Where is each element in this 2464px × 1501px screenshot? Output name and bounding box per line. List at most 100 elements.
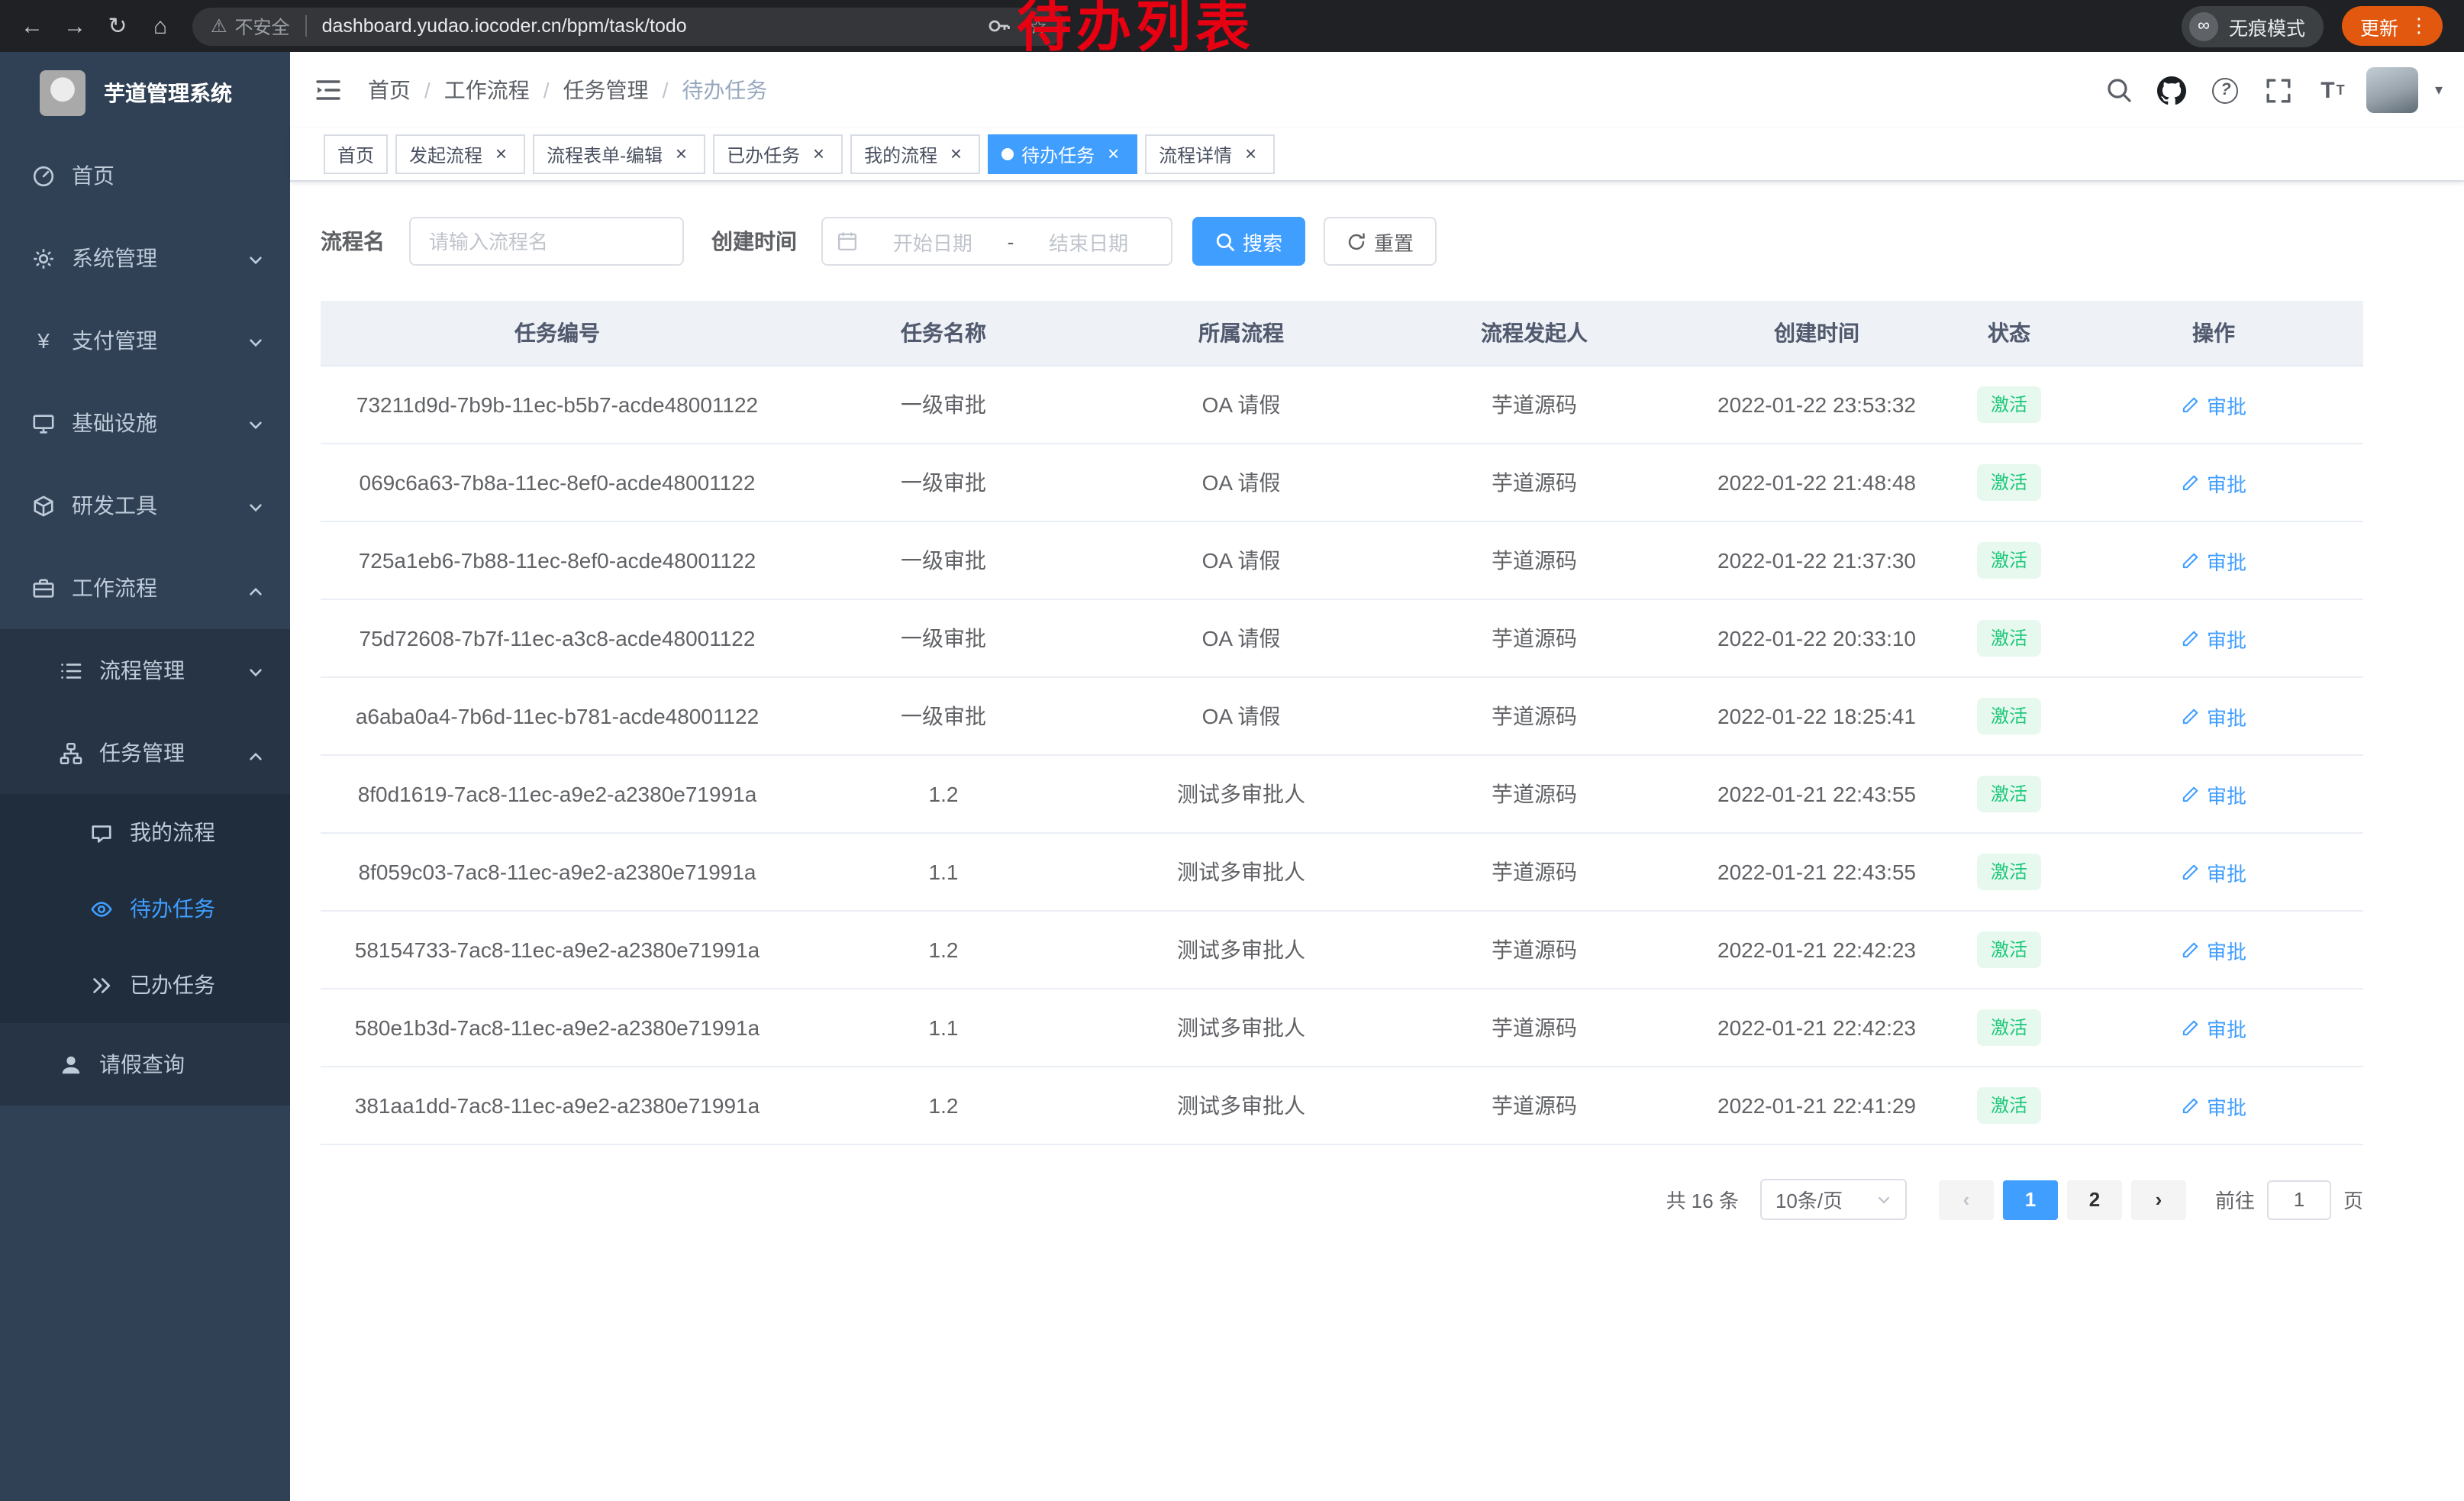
sidebar-item-workflow[interactable]: 工作流程: [0, 547, 290, 629]
tab-close-icon[interactable]: ×: [945, 144, 966, 165]
cell-status: 激活: [1954, 521, 2064, 599]
approve-link[interactable]: 审批: [2181, 702, 2246, 731]
sidebar-item-leave-query[interactable]: 请假查询: [0, 1023, 290, 1106]
bookmark-star-icon[interactable]: ☆: [1028, 13, 1047, 39]
approve-link[interactable]: 审批: [2181, 546, 2246, 575]
browser-forward-button[interactable]: →: [55, 6, 95, 46]
cell-task-name: 1.1: [794, 989, 1093, 1067]
app-logo-image: [40, 70, 85, 116]
breadcrumb-workflow[interactable]: 工作流程: [444, 75, 530, 105]
approve-link[interactable]: 审批: [2181, 857, 2246, 886]
cell-task-name: 一级审批: [794, 521, 1093, 599]
cell-starter: 芋道源码: [1389, 677, 1679, 755]
table-row: a6aba0a4-7b6d-11ec-b781-acde48001122 一级审…: [321, 677, 2363, 755]
tab-process-detail[interactable]: 流程详情 ×: [1145, 134, 1275, 174]
password-key-icon[interactable]: [987, 14, 1011, 38]
tab-home[interactable]: 首页: [324, 134, 388, 174]
sidebar-item-home[interactable]: 首页: [0, 134, 290, 217]
cell-created: 2022-01-21 22:43:55: [1679, 833, 1954, 911]
edit-pen-icon: [2181, 550, 2201, 570]
cell-actions: 审批: [2064, 989, 2363, 1067]
tab-close-icon[interactable]: ×: [1240, 144, 1261, 165]
sidebar-item-label: 支付管理: [72, 325, 157, 356]
tab-done-tasks[interactable]: 已办任务 ×: [713, 134, 843, 174]
goto-page-input[interactable]: [2267, 1180, 2331, 1219]
sidebar-item-label: 首页: [72, 160, 114, 191]
browser-home-button[interactable]: ⌂: [140, 6, 180, 46]
page-button-1[interactable]: 1: [2003, 1180, 2058, 1219]
tab-label: 发起流程: [409, 141, 482, 167]
process-name-input[interactable]: [409, 217, 684, 266]
omnibox-divider: [305, 15, 307, 37]
approve-link[interactable]: 审批: [2181, 1013, 2246, 1042]
app-logo[interactable]: 芋道管理系统: [0, 52, 290, 134]
end-date-placeholder: 结束日期: [1020, 227, 1157, 256]
tab-label: 已办任务: [727, 141, 800, 167]
page-button-2[interactable]: 2: [2067, 1180, 2122, 1219]
sidebar-item-todo-tasks[interactable]: 待办任务: [0, 870, 290, 947]
table-header-row: 任务编号 任务名称 所属流程 流程发起人 创建时间 状态 操作: [321, 301, 2363, 366]
breadcrumb-home[interactable]: 首页: [368, 75, 411, 105]
sidebar-toggle-icon[interactable]: [313, 75, 343, 105]
fullscreen-icon[interactable]: [2259, 69, 2299, 111]
tab-start-process[interactable]: 发起流程 ×: [395, 134, 525, 174]
sidebar-item-process-management[interactable]: 流程管理: [0, 629, 290, 712]
tab-my-processes[interactable]: 我的流程 ×: [850, 134, 980, 174]
font-size-icon[interactable]: TT: [2313, 69, 2353, 111]
help-icon[interactable]: ?: [2206, 69, 2246, 111]
approve-link-label: 审批: [2207, 935, 2246, 964]
refresh-icon: [1346, 231, 1366, 251]
approve-link[interactable]: 审批: [2181, 624, 2246, 653]
cell-starter: 芋道源码: [1389, 911, 1679, 989]
tab-close-icon[interactable]: ×: [670, 144, 692, 165]
cell-task-id: 73211d9d-7b9b-11ec-b5b7-acde48001122: [321, 366, 794, 444]
address-bar[interactable]: ⚠ 不安全 dashboard.yudao.iocoder.cn/bpm/tas…: [192, 7, 1066, 45]
tab-todo-tasks[interactable]: 待办任务 ×: [988, 134, 1137, 174]
search-icon[interactable]: [2099, 69, 2139, 111]
breadcrumb-current: 待办任务: [682, 75, 767, 105]
browser-menu-icon[interactable]: ⋮: [2409, 14, 2429, 38]
date-range-picker[interactable]: 开始日期 - 结束日期: [821, 217, 1172, 266]
approve-link[interactable]: 审批: [2181, 935, 2246, 964]
sidebar-item-done-tasks[interactable]: 已办任务: [0, 947, 290, 1023]
tab-process-form-edit[interactable]: 流程表单-编辑 ×: [533, 134, 705, 174]
cell-actions: 审批: [2064, 833, 2363, 911]
sidebar-item-system-management[interactable]: 系统管理: [0, 217, 290, 299]
tab-close-icon[interactable]: ×: [1102, 144, 1124, 165]
sidebar-item-label: 已办任务: [130, 970, 215, 1000]
github-icon[interactable]: [2153, 69, 2192, 111]
browser-reload-button[interactable]: ↻: [98, 6, 137, 46]
sidebar-item-my-processes[interactable]: 我的流程: [0, 794, 290, 870]
cell-actions: 审批: [2064, 911, 2363, 989]
search-button-icon: [1215, 231, 1235, 251]
edit-pen-icon: [2181, 940, 2201, 960]
breadcrumb-task-management[interactable]: 任务管理: [563, 75, 649, 105]
reset-button[interactable]: 重置: [1324, 217, 1437, 266]
sidebar-item-task-management[interactable]: 任务管理: [0, 712, 290, 794]
sidebar-item-dev-tools[interactable]: 研发工具: [0, 464, 290, 547]
tab-close-icon[interactable]: ×: [490, 144, 511, 165]
next-page-button[interactable]: ›: [2131, 1180, 2186, 1219]
table-row: 069c6a63-7b8a-11ec-8ef0-acde48001122 一级审…: [321, 444, 2363, 521]
approve-link[interactable]: 审批: [2181, 780, 2246, 809]
approve-link[interactable]: 审批: [2181, 468, 2246, 497]
approve-link[interactable]: 审批: [2181, 390, 2246, 419]
approve-link[interactable]: 审批: [2181, 1091, 2246, 1120]
prev-page-button[interactable]: ‹: [1939, 1180, 1994, 1219]
cell-task-id: 580e1b3d-7ac8-11ec-a9e2-a2380e71991a: [321, 989, 794, 1067]
cell-status: 激活: [1954, 1067, 2064, 1144]
pagination: 共 16 条 10条/页 ‹ 1 2 › 前往 页: [321, 1179, 2363, 1220]
edit-pen-icon: [2181, 628, 2201, 648]
sidebar-item-infrastructure[interactable]: 基础设施: [0, 382, 290, 464]
chevron-down-icon: [247, 249, 264, 273]
avatar[interactable]: [2366, 67, 2418, 113]
browser-back-button[interactable]: ←: [12, 6, 52, 46]
search-button-label: 搜索: [1243, 227, 1282, 256]
page-size-select[interactable]: 10条/页: [1760, 1179, 1907, 1220]
table-row: 381aa1dd-7ac8-11ec-a9e2-a2380e71991a 1.2…: [321, 1067, 2363, 1144]
tab-close-icon[interactable]: ×: [808, 144, 829, 165]
update-button[interactable]: 更新 ⋮: [2342, 6, 2443, 46]
sidebar-item-payment-management[interactable]: ¥ 支付管理: [0, 299, 290, 382]
cell-created: 2022-01-22 21:48:48: [1679, 444, 1954, 521]
search-button[interactable]: 搜索: [1192, 217, 1305, 266]
